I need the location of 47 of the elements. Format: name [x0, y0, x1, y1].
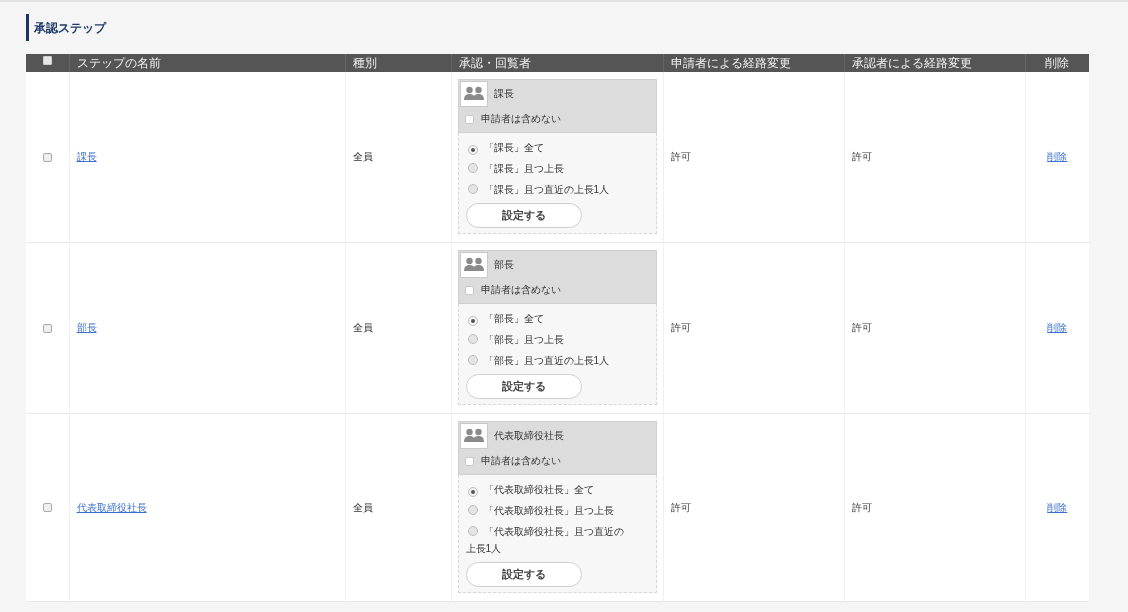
- column-header: 削除: [1045, 55, 1070, 70]
- exclude-applicant-checkbox[interactable]: [464, 114, 474, 124]
- radio-option[interactable]: 「課長」全て: [465, 137, 631, 158]
- delete-link[interactable]: 削除: [1047, 501, 1068, 513]
- approver-route-change-text: 許可: [851, 501, 872, 513]
- column-header: 種別: [352, 55, 377, 70]
- row-checkbox[interactable]: [42, 503, 52, 513]
- approver-name: 課長: [493, 89, 514, 99]
- section-title: 承認ステップ: [34, 21, 106, 34]
- delete-link[interactable]: 削除: [1047, 151, 1068, 162]
- set-button[interactable]: 設定する: [465, 562, 582, 587]
- delete-link[interactable]: 削除: [1047, 322, 1068, 333]
- exclude-applicant-label: 申請者は含めない: [480, 456, 561, 466]
- radio-option[interactable]: 「部長」全て: [465, 308, 631, 329]
- approver-route-change-text: 許可: [851, 151, 872, 162]
- row-checkbox[interactable]: [42, 152, 52, 162]
- step-name-link[interactable]: 代表取締役社長: [76, 501, 147, 513]
- column-header: 申請者による経路変更: [670, 55, 791, 70]
- radio-option[interactable]: 「課長」且つ上長: [465, 158, 631, 179]
- radio-option[interactable]: 「課長」且つ直近の上長1人: [465, 179, 631, 200]
- step-name-link[interactable]: 課長: [76, 151, 97, 162]
- applicant-route-change-text: 許可: [670, 151, 691, 162]
- exclude-applicant-checkbox[interactable]: [464, 456, 474, 466]
- applicant-route-change-text: 許可: [670, 501, 691, 513]
- select-all-checkbox[interactable]: [42, 56, 52, 65]
- exclude-applicant-label: 申請者は含めない: [480, 285, 561, 295]
- column-header: 承認・回覧者: [458, 55, 531, 70]
- radio-option[interactable]: 「部長」且つ上長: [465, 329, 631, 350]
- exclude-applicant-label: 申請者は含めない: [480, 114, 561, 124]
- approver-route-change-text: 許可: [851, 322, 872, 333]
- set-button[interactable]: 設定する: [465, 374, 582, 399]
- set-button[interactable]: 設定する: [465, 203, 582, 228]
- type-text: 全員: [352, 151, 373, 162]
- type-text: 全員: [352, 322, 373, 333]
- step-name-link[interactable]: 部長: [76, 322, 97, 333]
- radio-option[interactable]: 「代表取締役社長」且つ直近の上長1人: [465, 521, 631, 559]
- column-header: 承認者による経路変更: [851, 55, 972, 70]
- approver-name: 部長: [493, 260, 514, 270]
- row-checkbox[interactable]: [42, 323, 52, 333]
- applicant-route-change-text: 許可: [670, 322, 691, 333]
- radio-option[interactable]: 「代表取締役社長」全て: [465, 479, 631, 500]
- radio-option[interactable]: 「代表取締役社長」且つ上長: [465, 500, 631, 521]
- radio-option[interactable]: 「部長」且つ直近の上長1人: [465, 350, 631, 371]
- approver-name: 代表取締役社長: [493, 431, 564, 441]
- column-header: ステップの名前: [76, 55, 161, 70]
- type-text: 全員: [352, 501, 373, 513]
- exclude-applicant-checkbox[interactable]: [464, 285, 474, 295]
